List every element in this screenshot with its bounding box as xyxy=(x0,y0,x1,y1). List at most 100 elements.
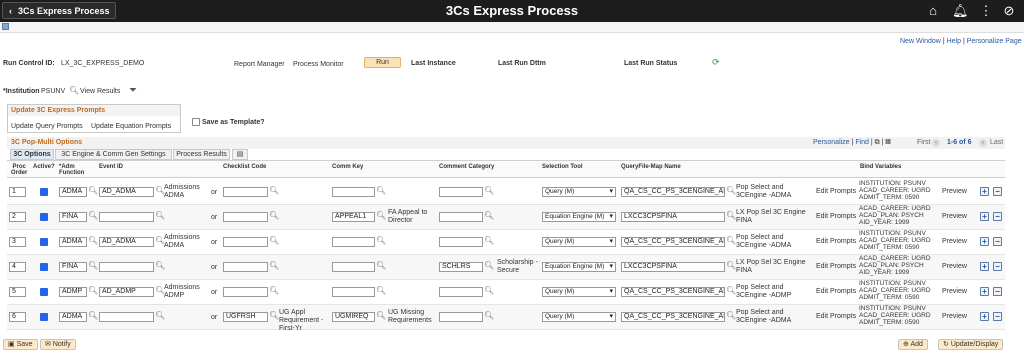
lookup-icon[interactable]: 🔍︎ xyxy=(155,211,165,221)
edit-prompts-link[interactable]: Edit Prompts xyxy=(816,313,856,321)
selection-tool-select[interactable]: Equation Engine (M) xyxy=(542,212,616,222)
query-name-input[interactable]: QA_CS_CC_PS_3CENGINE_AD xyxy=(621,187,725,197)
adm-function-input[interactable]: ADMA xyxy=(59,237,87,247)
proc-order-input[interactable]: 5 xyxy=(9,287,26,297)
delete-row-icon[interactable]: − xyxy=(993,312,1002,321)
delete-row-icon[interactable]: − xyxy=(993,262,1002,271)
adm-function-input[interactable]: FINA xyxy=(59,212,87,222)
event-id-input[interactable] xyxy=(99,212,154,222)
tab-process-results[interactable]: Process Results xyxy=(173,149,230,160)
run-button[interactable]: Run xyxy=(364,57,401,68)
adm-function-input[interactable]: ADMP xyxy=(59,287,87,297)
lookup-icon[interactable]: 🔍︎ xyxy=(88,236,98,246)
lookup-icon[interactable]: 🔍︎ xyxy=(269,211,279,221)
proc-order-input[interactable]: 2 xyxy=(9,212,26,222)
lookup-icon[interactable]: 🔍︎ xyxy=(726,286,736,296)
query-name-input[interactable]: LXCC3CPSFINA xyxy=(621,212,725,222)
comment-category-input[interactable] xyxy=(439,212,483,222)
comm-key-input[interactable] xyxy=(332,287,375,297)
menu-icon[interactable] xyxy=(2,23,9,30)
comment-category-input[interactable] xyxy=(439,237,483,247)
event-id-input[interactable] xyxy=(99,312,154,322)
proc-order-input[interactable]: 3 xyxy=(9,237,26,247)
lookup-icon[interactable]: 🔍︎ xyxy=(155,311,165,321)
selection-tool-select[interactable]: Query (M) xyxy=(542,287,616,297)
preview-link[interactable]: Preview xyxy=(942,213,967,221)
comm-key-input[interactable] xyxy=(332,187,375,197)
add-row-icon[interactable]: + xyxy=(980,262,989,271)
lookup-icon[interactable]: 🔍︎ xyxy=(376,311,386,321)
lookup-icon[interactable]: 🔍︎ xyxy=(376,211,386,221)
process-monitor-link[interactable]: Process Monitor xyxy=(293,61,344,68)
view-results-link[interactable]: View Results xyxy=(80,88,120,95)
query-name-input[interactable]: QA_CS_CC_PS_3CENGINE_AD xyxy=(621,312,725,322)
add-row-icon[interactable]: + xyxy=(980,237,989,246)
delete-row-icon[interactable]: − xyxy=(993,212,1002,221)
comment-category-input[interactable] xyxy=(439,287,483,297)
checklist-input[interactable] xyxy=(223,262,268,272)
checklist-input[interactable]: UGFRSH xyxy=(223,312,268,322)
lookup-icon[interactable]: 🔍︎ xyxy=(269,236,279,246)
query-name-input[interactable]: LXCC3CPSFINA xyxy=(621,262,725,272)
personalize-link[interactable]: Personalize xyxy=(813,139,850,146)
lookup-icon[interactable]: 🔍︎ xyxy=(269,311,279,321)
save-button[interactable]: ▣ Save xyxy=(3,339,38,350)
edit-prompts-link[interactable]: Edit Prompts xyxy=(816,288,856,296)
selection-tool-select[interactable]: Query (M) xyxy=(542,187,616,197)
checklist-input[interactable] xyxy=(223,187,268,197)
comment-category-link[interactable]: Scholarship - Secure xyxy=(497,259,542,275)
selection-tool-select[interactable]: Query (M) xyxy=(542,237,616,247)
filter-icon[interactable]: ⏷ xyxy=(129,85,137,96)
lookup-icon[interactable]: 🔍︎ xyxy=(484,311,494,321)
view-all-icon[interactable]: ⧉ xyxy=(875,139,880,146)
add-row-icon[interactable]: + xyxy=(980,287,989,296)
proc-order-input[interactable]: 4 xyxy=(9,262,26,272)
lookup-icon[interactable]: 🔍︎ xyxy=(269,261,279,271)
new-window-link[interactable]: New Window xyxy=(900,38,941,45)
lookup-icon[interactable]: 🔍︎ xyxy=(155,261,165,271)
edit-prompts-link[interactable]: Edit Prompts xyxy=(816,213,856,221)
comm-key-link[interactable]: UG Missing Requirements xyxy=(388,309,438,325)
lookup-icon[interactable]: 🔍︎ xyxy=(726,211,736,221)
preview-link[interactable]: Preview xyxy=(942,313,967,321)
comm-key-input[interactable]: UGMIREQ xyxy=(332,312,375,322)
query-name-input[interactable]: QA_CS_CC_PS_3CENGINE_AD xyxy=(621,287,725,297)
preview-link[interactable]: Preview xyxy=(942,238,967,246)
lookup-icon[interactable]: 🔍︎ xyxy=(88,211,98,221)
prev-icon[interactable]: ‹ xyxy=(932,139,940,147)
comm-key-input[interactable] xyxy=(332,262,375,272)
lookup-icon[interactable]: 🔍︎ xyxy=(376,286,386,296)
delete-row-icon[interactable]: − xyxy=(993,237,1002,246)
active-checkbox[interactable] xyxy=(40,263,48,271)
preview-link[interactable]: Preview xyxy=(942,188,967,196)
lookup-icon[interactable]: 🔍︎ xyxy=(88,186,98,196)
download-icon[interactable]: ▦ xyxy=(885,139,890,146)
lookup-icon[interactable]: 🔍︎ xyxy=(484,261,494,271)
preview-link[interactable]: Preview xyxy=(942,288,967,296)
lookup-icon[interactable]: 🔍︎ xyxy=(484,211,494,221)
edit-prompts-link[interactable]: Edit Prompts xyxy=(816,238,856,246)
active-checkbox[interactable] xyxy=(40,188,48,196)
comm-key-input[interactable]: APPEAL1 xyxy=(332,212,375,222)
report-manager-link[interactable]: Report Manager xyxy=(234,61,285,68)
tab-engine-settings[interactable]: 3C Engine & Comm Gen Settings xyxy=(55,149,172,160)
comment-category-input[interactable]: SCHLRS xyxy=(439,262,483,272)
active-checkbox[interactable] xyxy=(40,313,48,321)
checklist-link[interactable]: UG Appl Requirement - First-Yr xyxy=(279,309,327,333)
comment-category-input[interactable] xyxy=(439,312,483,322)
next-icon[interactable]: › xyxy=(979,139,987,147)
proc-order-input[interactable]: 1 xyxy=(9,187,26,197)
active-checkbox[interactable] xyxy=(40,288,48,296)
event-link[interactable]: Admissions ADMA xyxy=(164,234,209,250)
query-name-input[interactable]: QA_CS_CC_PS_3CENGINE_AD xyxy=(621,237,725,247)
lookup-icon[interactable]: 🔍︎ xyxy=(269,186,279,196)
comment-category-input[interactable] xyxy=(439,187,483,197)
checklist-input[interactable] xyxy=(223,237,268,247)
more-options-icon[interactable]: ⋮ xyxy=(978,3,994,19)
refresh-icon[interactable]: ⟳ xyxy=(712,57,720,68)
lookup-icon[interactable]: 🔍︎ xyxy=(376,261,386,271)
event-link[interactable]: Admissions ADMP xyxy=(164,284,209,300)
save-template-checkbox[interactable] xyxy=(192,118,200,128)
lookup-icon[interactable]: 🔍︎ xyxy=(88,286,98,296)
update-equation-prompts-link[interactable]: Update Equation Prompts xyxy=(91,123,171,130)
